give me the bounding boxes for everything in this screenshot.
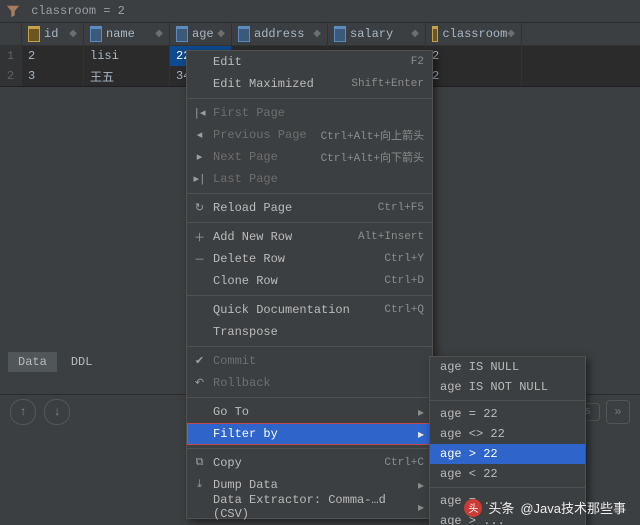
menu-rollback: ↶Rollback (187, 372, 432, 394)
column-icon (90, 26, 102, 42)
watermark-author: @Java技术那些事 (520, 498, 626, 517)
menu-edit-maximized[interactable]: Edit MaximizedShift+Enter (187, 73, 432, 95)
menu-separator (430, 400, 585, 401)
menu-separator (430, 487, 585, 488)
prev-page-icon: ◂ (192, 128, 207, 143)
dump-icon: ⤓ (192, 478, 207, 493)
rollback-icon: ↶ (192, 376, 207, 391)
sort-icon: ◆ (313, 28, 321, 40)
filter-option-is-not-null[interactable]: age IS NOT NULL (430, 377, 585, 397)
add-icon: ＋ (192, 230, 207, 245)
menu-separator (187, 397, 432, 398)
menu-last-page: ▸|Last Page (187, 168, 432, 190)
cell-name[interactable]: lisi (84, 46, 170, 66)
cell-classroom[interactable]: 2 (426, 46, 522, 66)
tab-ddl[interactable]: DDL (61, 352, 103, 372)
watermark-icon: 头 (464, 499, 482, 517)
menu-copy[interactable]: ⧉CopyCtrl+C (187, 452, 432, 474)
submenu-arrow-icon: ▸ (418, 427, 424, 442)
menu-quick-doc[interactable]: Quick DocumentationCtrl+Q (187, 299, 432, 321)
menu-clone-row[interactable]: Clone RowCtrl+D (187, 270, 432, 292)
filter-option-lt[interactable]: age < 22 (430, 464, 585, 484)
filter-option-eq[interactable]: age = 22 (430, 404, 585, 424)
menu-separator (187, 295, 432, 296)
menu-previous-page: ◂Previous PageCtrl+Alt+向上箭头 (187, 124, 432, 146)
menu-data-extractor[interactable]: Data Extractor: Comma-…d (CSV)▸ (187, 496, 432, 518)
collapse-button[interactable]: » (606, 400, 630, 424)
key-column-icon (28, 26, 40, 42)
menu-first-page: |◂First Page (187, 102, 432, 124)
menu-separator (187, 193, 432, 194)
filter-bar[interactable]: classroom = 2 (0, 0, 640, 23)
copy-icon: ⧉ (192, 456, 207, 471)
delete-icon: － (192, 252, 207, 267)
col-classroom[interactable]: classroom◆ (426, 23, 522, 45)
app-root: classroom = 2 id◆ name◆ age◆ address◆ sa… (0, 0, 640, 525)
filter-option-neq[interactable]: age <> 22 (430, 424, 585, 444)
menu-reload-page[interactable]: ↻Reload PageCtrl+F5 (187, 197, 432, 219)
menu-separator (187, 346, 432, 347)
menu-add-row[interactable]: ＋Add New RowAlt+Insert (187, 226, 432, 248)
cell-classroom[interactable]: 2 (426, 66, 522, 86)
submenu-arrow-icon: ▸ (418, 500, 424, 515)
submenu-arrow-icon: ▸ (418, 405, 424, 420)
col-age[interactable]: age◆ (170, 23, 232, 45)
column-icon (334, 26, 346, 42)
col-name[interactable]: name◆ (84, 23, 170, 45)
menu-edit[interactable]: EditF2 (187, 51, 432, 73)
filter-option-gt[interactable]: age > 22 (430, 444, 585, 464)
commit-icon: ✔ (192, 354, 207, 369)
first-page-icon: |◂ (192, 106, 207, 121)
watermark-prefix: 头条 (488, 498, 514, 517)
row-gutter: 2 (0, 66, 22, 86)
menu-next-page: ▸Next PageCtrl+Alt+向下箭头 (187, 146, 432, 168)
row-header-corner (0, 23, 22, 45)
watermark: 头 头条 @Java技术那些事 (464, 498, 626, 517)
menu-transpose[interactable]: Transpose (187, 321, 432, 343)
filter-icon (6, 4, 20, 18)
sort-icon: ◆ (155, 28, 163, 40)
next-match-button[interactable]: ↓ (44, 399, 70, 425)
cell-id[interactable]: 3 (22, 66, 84, 86)
cell-name[interactable]: 王五 (84, 66, 170, 86)
next-page-icon: ▸ (192, 150, 207, 165)
submenu-arrow-icon: ▸ (418, 478, 424, 493)
menu-go-to[interactable]: Go To▸ (187, 401, 432, 423)
prev-match-button[interactable]: ↑ (10, 399, 36, 425)
last-page-icon: ▸| (192, 172, 207, 187)
column-icon (238, 26, 250, 42)
col-id[interactable]: id◆ (22, 23, 84, 45)
menu-separator (187, 448, 432, 449)
reload-icon: ↻ (192, 201, 207, 216)
grid-header: id◆ name◆ age◆ address◆ salary◆ classroo… (0, 23, 640, 46)
menu-filter-by[interactable]: Filter by▸ (187, 423, 432, 445)
cell-id[interactable]: 2 (22, 46, 84, 66)
sort-icon: ◆ (69, 28, 77, 40)
filter-expression: classroom = 2 (31, 4, 125, 18)
key-column-icon (432, 26, 438, 42)
sort-icon: ◆ (217, 28, 225, 40)
sort-icon: ◆ (411, 28, 419, 40)
menu-separator (187, 98, 432, 99)
menu-commit: ✔Commit (187, 350, 432, 372)
column-icon (176, 26, 188, 42)
sort-icon: ◆ (507, 28, 515, 40)
col-salary[interactable]: salary◆ (328, 23, 426, 45)
row-gutter: 1 (0, 46, 22, 66)
tab-data[interactable]: Data (8, 352, 57, 372)
menu-separator (187, 222, 432, 223)
menu-delete-row[interactable]: －Delete RowCtrl+Y (187, 248, 432, 270)
context-menu: EditF2 Edit MaximizedShift+Enter |◂First… (186, 50, 433, 519)
col-address[interactable]: address◆ (232, 23, 328, 45)
filter-option-is-null[interactable]: age IS NULL (430, 357, 585, 377)
